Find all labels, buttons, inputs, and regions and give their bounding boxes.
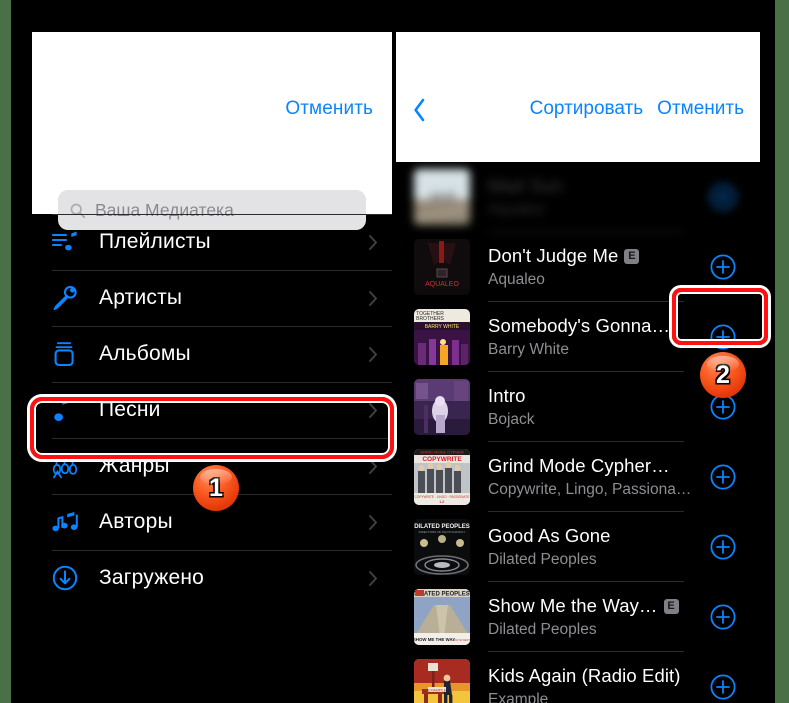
song-artist: Example: [488, 691, 549, 703]
table-row[interactable]: GRIND MODE CYPHER COPYWRITE COPYWRITE · …: [396, 442, 760, 512]
svg-text:EXAMPLE: EXAMPLE: [428, 687, 447, 692]
plus-circle-icon[interactable]: [710, 464, 736, 490]
album-artwork: EXAMPLE KIDS AGAIN: [414, 659, 470, 703]
table-row[interactable]: DILATED PEOPLES DIRECTORS OF PHOTOGRAPHY…: [396, 512, 760, 582]
sidebar-item-albums[interactable]: Альбомы: [32, 326, 392, 382]
song-title: Mad Sun: [488, 175, 563, 196]
plus-circle-icon[interactable]: [710, 604, 736, 630]
song-artist: Dilated Peoples: [488, 551, 597, 568]
chevron-right-icon: [369, 570, 377, 586]
album-artwork: AQUALEO: [414, 239, 470, 295]
plus-circle-icon[interactable]: [710, 674, 736, 700]
music-note-icon: [52, 397, 82, 423]
song-meta: Intro Bojack: [488, 372, 710, 442]
guitars-icon: [52, 452, 82, 480]
svg-text:BROTHERS: BROTHERS: [416, 316, 444, 322]
plus-circle-icon[interactable]: [710, 534, 736, 560]
sidebar-item-label: Песни: [99, 398, 161, 421]
svg-text:DIRECTORS OF PHOTOGRAPHY: DIRECTORS OF PHOTOGRAPHY: [419, 530, 466, 534]
song-meta: Good As Gone Dilated Peoples: [488, 512, 710, 582]
sidebar-item-label: Загружено: [99, 566, 205, 589]
song-meta: Kids Again (Radio Edit) Example: [488, 652, 710, 703]
chevron-right-icon: [369, 234, 377, 250]
right-edge-strip: [775, 0, 789, 703]
album-artwork: GRIND MODE CYPHER COPYWRITE COPYWRITE · …: [414, 449, 470, 505]
song-artist: Aqualeo: [488, 201, 545, 218]
songs-panel-header: Сортировать Отменить: [396, 32, 760, 162]
svg-text:SHOW ME THE WAY: SHOW ME THE WAY: [414, 637, 455, 642]
album-artwork: DILATED PEOPLES DIRECTORS OF PHOTOGRAPHY: [414, 519, 470, 575]
sidebar-item-songs[interactable]: Песни: [32, 382, 392, 438]
sidebar-item-label: Артисты: [99, 286, 183, 309]
chevron-right-icon: [369, 458, 377, 474]
sidebar-item-label: Жанры: [99, 454, 170, 477]
chevron-left-icon[interactable]: [413, 98, 426, 122]
song-artist: Aqualeo: [488, 271, 545, 288]
step-badge-1: 1: [193, 465, 239, 511]
svg-text:ft. KANYE WEST: ft. KANYE WEST: [450, 638, 470, 642]
album-artwork: TOGETHER BROTHERS BARRY WHITE: [414, 309, 470, 365]
sidebar-item-downloaded[interactable]: Загружено: [32, 550, 392, 606]
chevron-right-icon: [369, 346, 377, 362]
plus-circle-icon[interactable]: [710, 254, 736, 280]
song-title: Grind Mode Cypher…: [488, 455, 670, 476]
svg-text:AQUALEO: AQUALEO: [425, 281, 459, 288]
song-meta: Somebody's Gonna… Barry White: [488, 302, 710, 372]
chevron-right-icon: [369, 402, 377, 418]
sidebar-item-label: Альбомы: [99, 342, 191, 365]
sidebar-item-label: Авторы: [99, 510, 173, 533]
screenshot-stage: Отменить Ваша Медиатека Плейлисты Артист…: [0, 0, 789, 703]
explicit-badge: E: [624, 248, 640, 264]
song-title: Don't Judge Me: [488, 245, 619, 266]
song-list: Mad Sun Aqualeo AQUALEO Don't Judge Me E…: [396, 162, 760, 703]
song-artist: Barry White: [488, 341, 569, 358]
song-title: Kids Again (Radio Edit): [488, 665, 681, 686]
song-meta: Grind Mode Cypher… Copywrite, Lingo, Pas…: [488, 442, 710, 512]
library-cancel-button[interactable]: Отменить: [285, 98, 373, 120]
songs-header-actions: Сортировать Отменить: [530, 98, 744, 120]
album-artwork: [414, 169, 470, 225]
songs-cancel-button[interactable]: Отменить: [657, 98, 744, 120]
song-meta: Mad Sun Aqualeo: [488, 162, 710, 232]
left-edge-strip: [0, 0, 11, 703]
library-category-list: Плейлисты Артисты Альбомы Песни Жанры Ав…: [32, 214, 392, 606]
chevron-right-icon: [369, 290, 377, 306]
song-artist: Dilated Peoples: [488, 621, 597, 638]
explicit-badge: E: [663, 598, 679, 614]
song-title: Good As Gone: [488, 525, 611, 546]
svg-text:COPYWRITE: COPYWRITE: [422, 456, 462, 463]
sort-button[interactable]: Сортировать: [530, 98, 644, 120]
svg-text:GRIND MODE CYPHER: GRIND MODE CYPHER: [420, 450, 464, 455]
song-title: Show Me the Way…: [488, 595, 658, 616]
chevron-right-icon: [369, 514, 377, 530]
song-title: Somebody's Gonna…: [488, 315, 671, 336]
svg-text:BARRY WHITE: BARRY WHITE: [425, 324, 460, 330]
plus-circle-icon[interactable]: [710, 184, 736, 210]
step-badge-2: 2: [700, 352, 746, 398]
album-artwork: DILATED PEOPLES SHOW ME THE WAY ft. KANY…: [414, 589, 470, 645]
library-panel-header: Отменить Ваша Медиатека: [32, 32, 392, 230]
playlist-note-icon: [52, 230, 82, 254]
svg-text:L2: L2: [440, 499, 445, 504]
microphone-icon: [52, 285, 82, 311]
song-meta: Show Me the Way… E Dilated Peoples: [488, 582, 710, 652]
table-row[interactable]: Mad Sun Aqualeo: [396, 162, 760, 232]
song-artist: Bojack: [488, 411, 535, 428]
album-artwork: [414, 379, 470, 435]
table-row[interactable]: DILATED PEOPLES SHOW ME THE WAY ft. KANY…: [396, 582, 760, 652]
table-row[interactable]: AQUALEO Don't Judge Me E Aqualeo: [396, 232, 760, 302]
download-circle-icon: [52, 565, 82, 591]
album-stack-icon: [52, 341, 82, 367]
plus-circle-icon[interactable]: [710, 324, 736, 350]
table-row[interactable]: EXAMPLE KIDS AGAIN Kids Again (Radio Edi…: [396, 652, 760, 703]
songs-panel: Сортировать Отменить Mad Sun Aqualeo AQU…: [396, 0, 760, 703]
sidebar-item-label: Плейлисты: [99, 230, 211, 253]
sidebar-item-artists[interactable]: Артисты: [32, 270, 392, 326]
library-panel: Отменить Ваша Медиатека Плейлисты Артист…: [32, 0, 392, 703]
song-meta: Don't Judge Me E Aqualeo: [488, 232, 710, 302]
double-notes-icon: [52, 510, 82, 534]
song-artist: Copywrite, Lingo, Passiona…: [488, 481, 692, 498]
song-title: Intro: [488, 385, 526, 406]
sidebar-item-playlists[interactable]: Плейлисты: [32, 214, 392, 270]
